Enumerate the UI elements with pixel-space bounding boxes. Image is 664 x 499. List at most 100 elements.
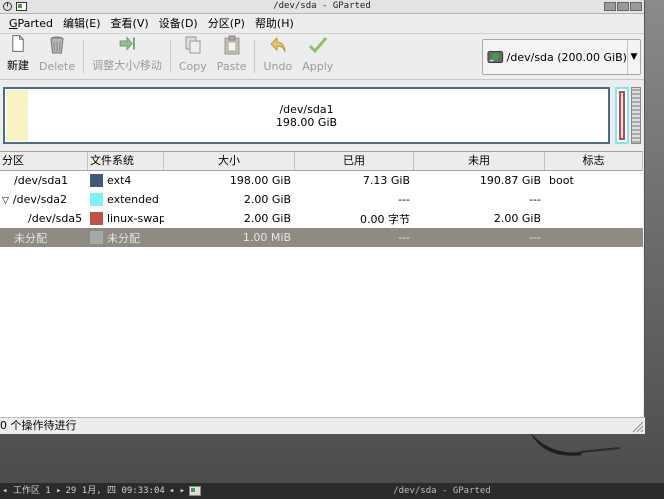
toolbar-separator [83, 40, 85, 73]
resize-arrow-icon [119, 36, 135, 51]
column-header-used[interactable]: 已用 [295, 152, 414, 170]
cell-size: 2.00 GiB [243, 193, 291, 206]
workspace-switcher[interactable]: ◂ 工作区 1 ▸ [2, 483, 62, 499]
paste-icon [224, 35, 240, 55]
cell-size: 198.00 GiB [229, 174, 291, 187]
new-button[interactable]: 新建 [2, 34, 34, 79]
paste-label: Paste [216, 60, 247, 73]
partition-map-size: 198.00 GiB [275, 116, 338, 129]
resize-move-button[interactable]: 调整大小/移动 [87, 34, 167, 79]
table-body: /dev/sda1 ext4 198.00 GiB 7.13 GiB 190.87 Gi… [0, 171, 643, 247]
close-button[interactable] [630, 2, 642, 11]
column-header-unused[interactable]: 未用 [414, 152, 545, 170]
cell-filesystem: linux-swap [88, 212, 164, 225]
cell-filesystem: 未分配 [88, 230, 164, 246]
toolbar: 新建 Delete 调整大小/移动 Copy Paste Undo Apply … [0, 34, 644, 80]
menu-edit[interactable]: 编辑(E) [58, 14, 106, 34]
menu-gparted-label: Parted [17, 16, 53, 30]
partition-map-unallocated[interactable] [631, 87, 641, 144]
menu-bar: GParted 编辑(E) 查看(V) 设备(D) 分区(P) 帮助(H) [0, 14, 644, 34]
menu-partition[interactable]: 分区(P) [203, 14, 250, 34]
cell-partition: /dev/sda1 [0, 174, 88, 187]
minimize-button[interactable] [604, 2, 616, 11]
column-header-flags[interactable]: 标志 [545, 152, 643, 170]
trash-icon [50, 36, 64, 54]
cell-used: --- [398, 231, 410, 244]
cell-size: 2.00 GiB [243, 212, 291, 225]
dropdown-arrow-icon[interactable]: ▼ [626, 40, 640, 74]
filesystem-name: extended [107, 193, 159, 206]
cell-flags: boot [549, 174, 574, 187]
menu-device[interactable]: 设备(D) [154, 14, 203, 34]
expander-icon[interactable]: ▽ [2, 196, 9, 206]
checkmark-icon [308, 37, 327, 54]
partition-map: /dev/sda1 198.00 GiB [2, 86, 642, 146]
undo-label: Undo [263, 60, 293, 73]
copy-button[interactable]: Copy [174, 34, 212, 79]
partition-map-name: /dev/sda1 [279, 103, 334, 116]
resize-move-label: 调整大小/移动 [92, 59, 162, 72]
partition-name: /dev/sda2 [12, 193, 68, 206]
taskbar: ◂ 工作区 1 ▸ 29 1月, 四 09:33:04 ◂ ▸ /dev/sda… [0, 483, 664, 499]
maximize-button[interactable] [617, 2, 629, 11]
device-selector[interactable]: /dev/sda (200.00 GiB) ▼ [482, 39, 641, 75]
partition-map-extended[interactable] [615, 87, 629, 144]
new-document-icon [12, 35, 24, 52]
table-row[interactable]: 未分配 未分配 1.00 MiB --- --- [0, 228, 643, 247]
toolbar-separator [169, 40, 171, 73]
cell-unused: --- [529, 231, 541, 244]
taskbar-task-gparted[interactable]: /dev/sda - GParted [220, 483, 664, 499]
table-row[interactable]: /dev/sda1 ext4 198.00 GiB 7.13 GiB 190.87 Gi… [0, 171, 643, 190]
delete-button[interactable]: Delete [34, 34, 80, 79]
column-header-filesystem[interactable]: 文件系统 [88, 152, 164, 170]
partition-map-label: /dev/sda1 198.00 GiB [5, 103, 608, 129]
copy-icon [185, 36, 201, 54]
filesystem-name: ext4 [107, 174, 132, 187]
paste-button[interactable]: Paste [212, 34, 252, 79]
table-row[interactable]: /dev/sda5 linux-swap 2.00 GiB 0.00 字节 2.00 G… [0, 209, 643, 228]
cell-used: 7.13 GiB [362, 174, 410, 187]
cell-used: --- [398, 193, 410, 206]
window-title: /dev/sda - GParted [273, 1, 371, 11]
desktop-wallpaper-art [530, 432, 621, 456]
partition-map-swap[interactable] [619, 91, 625, 140]
cell-size: 1.00 MiB [242, 231, 291, 244]
undo-arrow-icon [270, 36, 286, 53]
harddisk-icon [487, 50, 504, 64]
filesystem-color-swatch [90, 174, 103, 187]
table-header: 分区 文件系统 大小 已用 未用 标志 [0, 152, 643, 171]
menu-help[interactable]: 帮助(H) [250, 14, 299, 34]
table-row[interactable]: ▽/dev/sda2 extended 2.00 GiB --- --- [0, 190, 643, 209]
partition-name: 未分配 [14, 231, 47, 245]
apply-label: Apply [302, 60, 334, 73]
menu-gparted[interactable]: GParted [4, 14, 58, 34]
partition-name: /dev/sda1 [14, 174, 69, 187]
taskbar-left: ◂ 工作区 1 ▸ 29 1月, 四 09:33:04 ◂ ▸ [0, 483, 220, 499]
cell-unused: 2.00 GiB [493, 212, 541, 225]
cell-unused: --- [529, 193, 541, 206]
partition-map-sda1[interactable]: /dev/sda1 198.00 GiB [3, 87, 610, 144]
column-header-size[interactable]: 大小 [164, 152, 295, 170]
status-bar: 0 个操作待进行 [0, 417, 645, 434]
title-bar[interactable]: /dev/sda - GParted [0, 0, 644, 14]
partition-table: 分区 文件系统 大小 已用 未用 标志 /dev/sda1 ext4 198.00 … [0, 151, 643, 417]
cell-unused: 190.87 GiB [479, 174, 541, 187]
undo-button[interactable]: Undo [258, 34, 297, 79]
cell-filesystem: ext4 [88, 174, 164, 187]
delete-label: Delete [39, 60, 76, 73]
filesystem-name: 未分配 [107, 231, 140, 245]
menu-view[interactable]: 查看(V) [106, 14, 154, 34]
column-header-partition[interactable]: 分区 [0, 152, 88, 170]
window-controls [604, 2, 642, 11]
cell-filesystem: extended [88, 193, 164, 206]
resize-grip-icon[interactable] [632, 421, 644, 433]
taskbar-nav-arrows[interactable]: ◂ ▸ [169, 483, 185, 499]
taskbar-app-icon[interactable] [189, 486, 202, 496]
filesystem-color-swatch [90, 212, 103, 225]
cell-partition: ▽/dev/sda2 [0, 193, 88, 206]
filesystem-color-swatch [90, 193, 103, 206]
taskbar-clock: 29 1月, 四 09:33:04 [65, 486, 165, 496]
new-label: 新建 [7, 59, 29, 72]
apply-button[interactable]: Apply [297, 34, 338, 79]
cell-used: 0.00 字节 [360, 212, 410, 226]
